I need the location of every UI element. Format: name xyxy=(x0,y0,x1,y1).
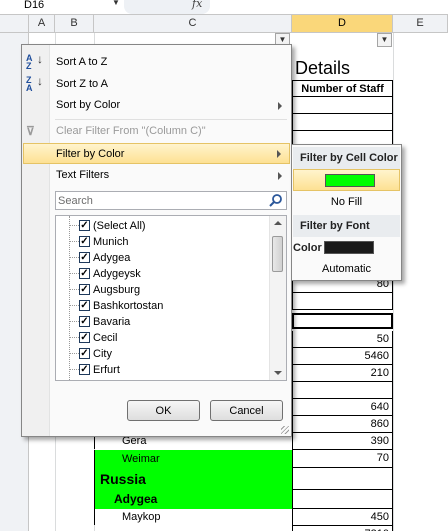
row-label-maykop[interactable]: Maykop xyxy=(94,509,292,525)
clear-filter-icon: ⊽ xyxy=(26,124,35,138)
list-item[interactable]: ✓ Bavaria xyxy=(56,314,266,330)
table-cell[interactable]: 7310 xyxy=(292,526,393,531)
checkbox[interactable]: ✓ xyxy=(79,236,90,247)
list-item[interactable]: ✓ Adygeysk xyxy=(56,266,266,282)
table-cell[interactable] xyxy=(292,293,393,310)
table-cell[interactable]: 390 xyxy=(292,433,393,450)
checkbox[interactable]: ✓ xyxy=(79,268,90,279)
submenu-arrow-icon xyxy=(277,150,281,158)
list-item[interactable]: ✓ Munich xyxy=(56,234,266,250)
table-cell[interactable]: 860 xyxy=(292,416,393,433)
table-cell[interactable]: 50 xyxy=(292,331,393,348)
color-swatch-green xyxy=(325,174,375,187)
list-item[interactable]: ✓ Bashkortostan xyxy=(56,298,266,314)
list-item[interactable]: ✓ Augsburg xyxy=(56,282,266,298)
table-cell[interactable] xyxy=(292,468,393,490)
checkbox[interactable]: ✓ xyxy=(79,300,90,311)
gridline xyxy=(393,33,394,531)
list-item[interactable]: ✓ Cecil xyxy=(56,330,266,346)
sort-descending-icon: Z A ↓ xyxy=(26,74,43,93)
sort-by-color-item[interactable]: Sort by Color xyxy=(23,95,290,116)
vertical-scrollbar[interactable] xyxy=(269,216,286,380)
table-cell[interactable]: 5460 xyxy=(292,348,393,365)
search-icon[interactable] xyxy=(268,193,284,208)
table-cell[interactable]: 210 xyxy=(292,365,393,382)
column-headers: A B C D E xyxy=(0,15,448,33)
chevron-down-icon[interactable]: ▼ xyxy=(112,0,120,7)
active-cell-d16[interactable] xyxy=(292,313,393,329)
text-filters-item[interactable]: Text Filters xyxy=(23,165,290,186)
list-item[interactable]: ✓ (Select All) xyxy=(56,218,266,234)
table-cell[interactable]: 450 xyxy=(292,509,393,526)
table-cell[interactable] xyxy=(292,490,393,509)
filter-by-color-item[interactable]: Filter by Color xyxy=(23,143,290,164)
column-header-a[interactable]: A xyxy=(29,15,55,32)
details-title: Details xyxy=(295,58,351,78)
column-header-e[interactable]: E xyxy=(393,15,448,32)
sort-ascending-icon: A Z ↓ xyxy=(26,52,43,71)
no-fill-option[interactable]: No Fill xyxy=(293,192,400,212)
number-of-staff-header[interactable]: Number of Staff xyxy=(292,80,393,97)
cell-color-header: Filter by Cell Color xyxy=(293,147,400,169)
fx-icon[interactable]: fx xyxy=(192,0,202,10)
color-swatch-black xyxy=(324,241,374,254)
row-label-russia[interactable]: Russia xyxy=(94,468,292,490)
filter-by-color-submenu: Filter by Cell Color No Fill Filter by F… xyxy=(291,144,402,281)
table-cell[interactable] xyxy=(292,382,393,399)
table-cell[interactable]: 70 xyxy=(292,450,393,468)
scroll-down-icon[interactable] xyxy=(274,371,282,375)
sort-z-to-a-item[interactable]: Z A ↓ Sort Z to A xyxy=(23,74,290,95)
checkbox[interactable]: ✓ xyxy=(79,220,90,231)
row-label-weimar[interactable]: Weimar xyxy=(94,450,292,468)
search-input[interactable] xyxy=(56,192,263,209)
checkbox[interactable]: ✓ xyxy=(79,252,90,263)
search-box xyxy=(55,191,287,210)
filter-dropdown-column-d[interactable]: ▼ xyxy=(377,33,392,47)
checkbox[interactable]: ✓ xyxy=(79,364,90,375)
checkbox[interactable]: ✓ xyxy=(79,284,90,295)
column-header-b[interactable]: B xyxy=(55,15,94,32)
checkbox[interactable]: ✓ xyxy=(79,332,90,343)
list-item[interactable]: ✓ Erfurt xyxy=(56,362,266,378)
table-cell[interactable] xyxy=(292,97,393,114)
list-item[interactable]: ✓ City xyxy=(56,346,266,362)
submenu-arrow-icon xyxy=(278,102,282,110)
checkbox[interactable]: ✓ xyxy=(79,316,90,327)
formula-bar: D16 ▼ fx xyxy=(0,0,448,15)
ok-button[interactable]: OK xyxy=(127,400,200,421)
cell-color-option[interactable] xyxy=(293,169,400,191)
filter-value-list[interactable]: ✓ (Select All) ✓ Munich ✓ Adygea ✓ Adyge… xyxy=(55,215,287,381)
menu-separator xyxy=(55,119,287,120)
name-box[interactable]: D16 xyxy=(0,0,118,14)
table-cell[interactable] xyxy=(292,114,393,131)
select-all-corner[interactable] xyxy=(0,15,29,32)
autofilter-menu: A Z ↓ Sort A to Z Z A ↓ Sort Z to A Sort by … xyxy=(21,44,292,437)
row-label-adygea[interactable]: Adygea xyxy=(94,490,292,509)
scroll-up-icon[interactable] xyxy=(274,221,282,225)
sort-a-to-z-item[interactable]: A Z ↓ Sort A to Z xyxy=(23,52,290,73)
submenu-arrow-icon xyxy=(278,172,282,180)
font-color-header: Filter by Font Color xyxy=(293,215,400,254)
checkbox[interactable]: ✓ xyxy=(79,348,90,359)
column-header-d[interactable]: D xyxy=(292,15,393,32)
table-cell[interactable]: 640 xyxy=(292,399,393,416)
list-item[interactable]: ✓ Adygea xyxy=(56,250,266,266)
font-color-option[interactable] xyxy=(293,237,400,259)
cancel-button[interactable]: Cancel xyxy=(210,400,283,421)
clear-filter-item: ⊽ Clear Filter From "(Column C)" xyxy=(26,124,206,138)
column-header-c[interactable]: C xyxy=(94,15,292,32)
scrollbar-thumb[interactable] xyxy=(272,236,283,272)
resize-grip-icon[interactable] xyxy=(281,426,289,434)
automatic-option[interactable]: Automatic xyxy=(293,259,400,279)
